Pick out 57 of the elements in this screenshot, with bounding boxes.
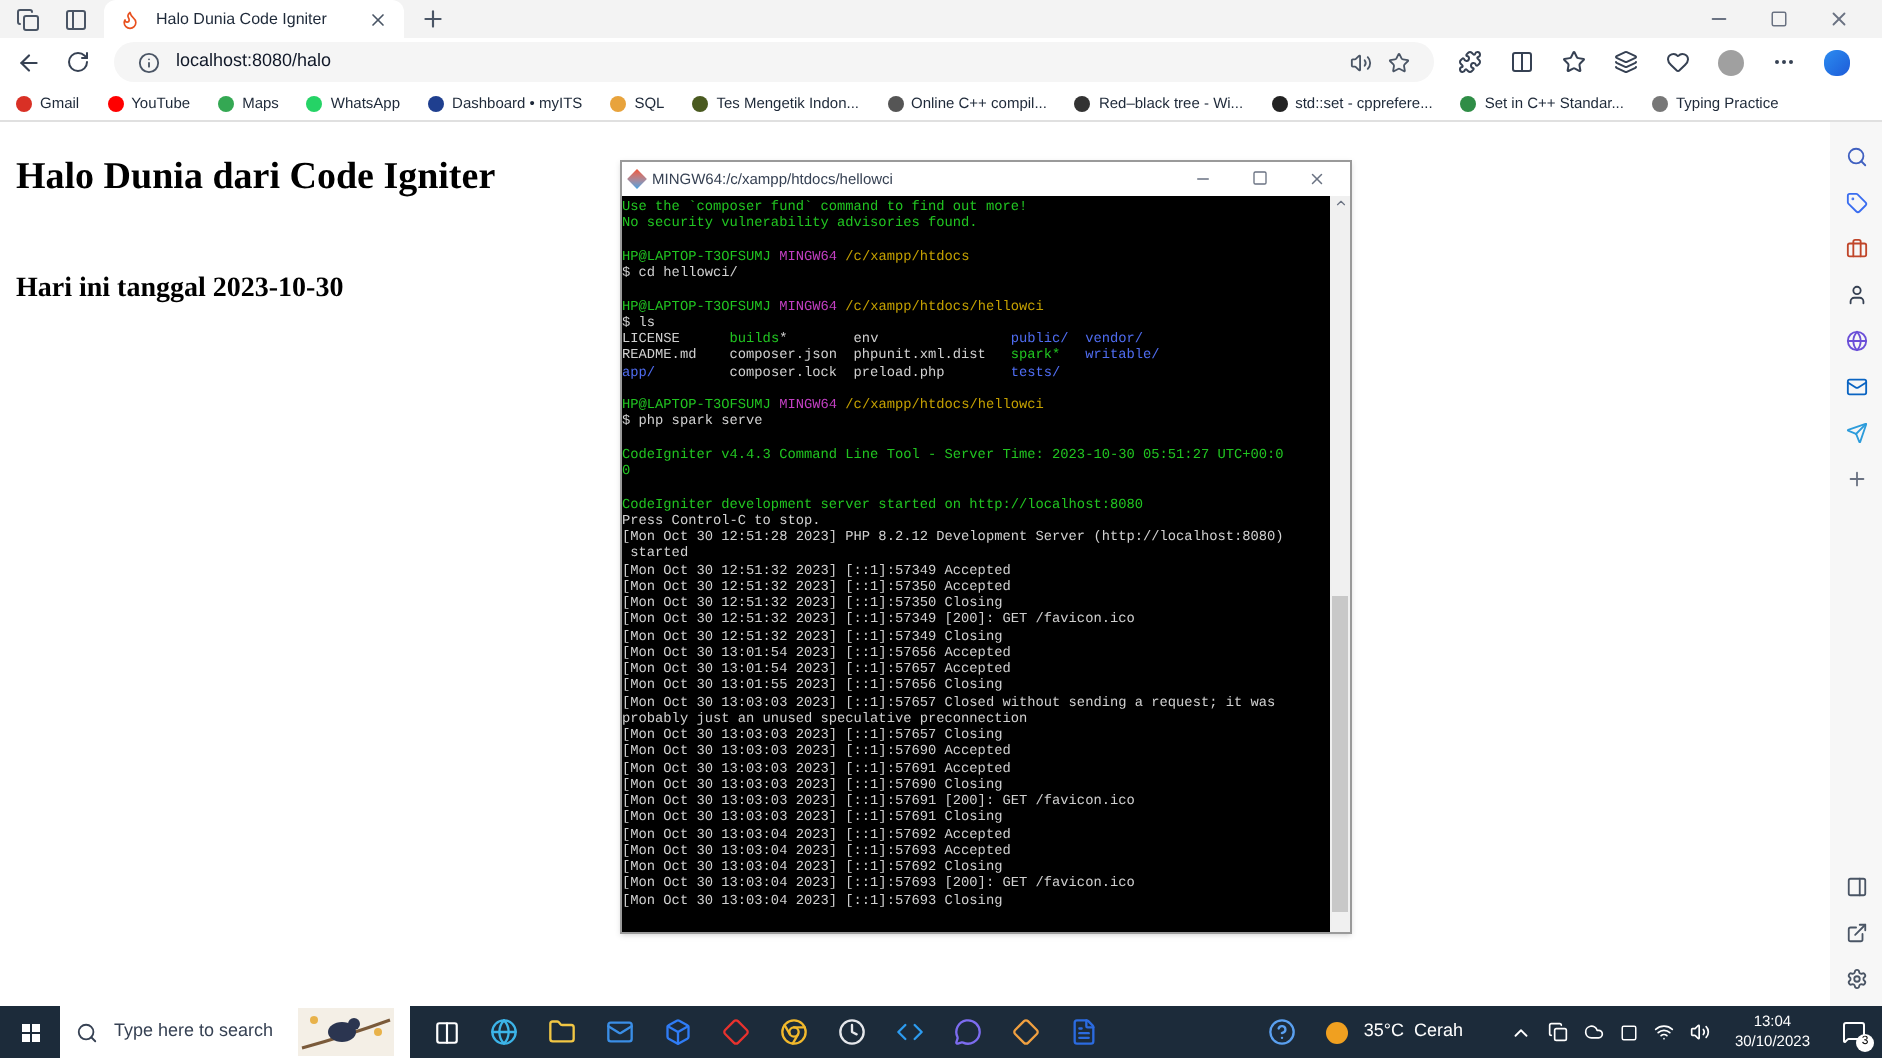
tray-icon[interactable] (1548, 1022, 1569, 1042)
page-heading: Halo Dunia dari Code Igniter (16, 154, 496, 202)
reload-icon[interactable] (66, 50, 90, 74)
info-icon[interactable] (138, 51, 160, 73)
search-icon[interactable] (76, 1021, 98, 1043)
scroll-up-icon[interactable] (1333, 196, 1347, 210)
diamond-icon[interactable] (722, 1018, 750, 1046)
open-external-icon[interactable] (1845, 922, 1867, 944)
extensions-icon[interactable] (1458, 50, 1482, 74)
tag-icon[interactable] (1845, 192, 1867, 214)
scrollbar-thumb[interactable] (1332, 596, 1348, 912)
folder-icon[interactable] (548, 1018, 576, 1046)
settings-icon[interactable] (1845, 968, 1867, 990)
cloud-icon[interactable] (1584, 1022, 1605, 1042)
mail-icon[interactable] (1845, 376, 1867, 398)
browser-icon[interactable] (490, 1018, 518, 1046)
search-icon[interactable] (1845, 146, 1867, 168)
favorites-icon[interactable] (1562, 50, 1586, 74)
sun-icon[interactable] (1325, 1021, 1348, 1043)
close-icon[interactable] (1308, 170, 1326, 188)
wifi-icon[interactable] (1654, 1022, 1675, 1042)
send-icon[interactable] (1845, 422, 1867, 444)
notification-icon[interactable] (1842, 1020, 1866, 1044)
browser-tab[interactable]: Halo Dunia Code Igniter (104, 0, 404, 38)
diamond-icon[interactable] (1012, 1018, 1040, 1046)
globe-icon[interactable] (1845, 330, 1867, 352)
back-icon[interactable] (16, 49, 42, 75)
copilot-icon[interactable] (1824, 49, 1850, 75)
read-aloud-icon[interactable] (1350, 51, 1372, 73)
code-editor-icon[interactable] (896, 1018, 924, 1046)
document-icon[interactable] (1070, 1018, 1098, 1046)
maximize-icon[interactable] (1770, 10, 1788, 28)
task-view-icon[interactable] (434, 1019, 460, 1045)
url-text: localhost:8080/halo (176, 48, 334, 75)
chat-icon[interactable] (954, 1018, 982, 1046)
favorite-star-icon[interactable] (1388, 51, 1410, 73)
box-icon[interactable] (664, 1018, 692, 1046)
add-icon[interactable] (1845, 468, 1867, 490)
clock-icon[interactable] (838, 1018, 866, 1046)
search-field[interactable]: Type here to search (60, 1006, 410, 1058)
help-icon[interactable] (1267, 1018, 1296, 1046)
maximize-icon[interactable] (1252, 170, 1268, 186)
briefcase-icon[interactable] (1845, 238, 1867, 260)
weather-text[interactable]: 35°C Cerah (1363, 1018, 1463, 1046)
close-icon[interactable] (368, 9, 388, 29)
profile-avatar[interactable] (1718, 49, 1744, 75)
volume-icon[interactable] (1690, 1022, 1711, 1042)
page-subheading: Hari ini tanggal 2023-10-30 (16, 271, 344, 307)
collections-icon[interactable] (1614, 50, 1638, 74)
sidebar-toggle-icon[interactable] (1845, 876, 1867, 898)
address-bar[interactable]: localhost:8080/halo (114, 42, 1434, 82)
close-icon[interactable] (1828, 8, 1850, 30)
tab-actions-icon[interactable] (64, 7, 88, 31)
mail-icon[interactable] (606, 1018, 634, 1046)
flame-icon (120, 9, 140, 29)
split-screen-icon[interactable] (1510, 50, 1534, 74)
new-tab-icon[interactable] (420, 6, 446, 32)
